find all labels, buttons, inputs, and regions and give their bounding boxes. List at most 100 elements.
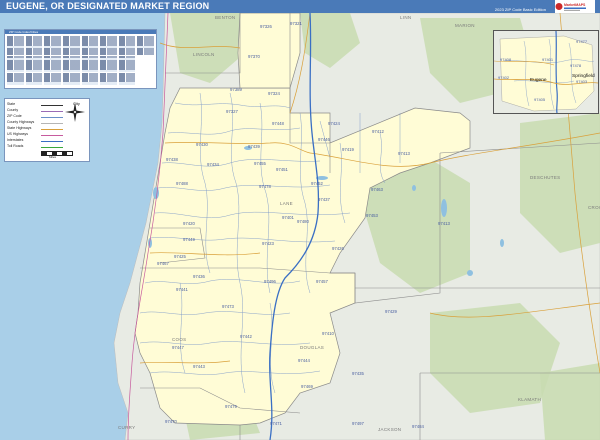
map-area[interactable]: LINCOLNLANEDOUGLASCOOSCURRYJOSEPHINEJACK…	[0, 12, 600, 440]
county-label: MARION	[455, 23, 475, 28]
zip-index-row	[25, 82, 43, 85]
zip-index-row	[7, 82, 24, 85]
county-label: CURRY	[118, 425, 135, 430]
legend-swatch	[41, 129, 63, 130]
zip-label: 97449	[183, 237, 196, 242]
zip-label: 97413	[398, 151, 411, 156]
county-label: BENTON	[215, 15, 235, 20]
zip-label: 97473	[222, 304, 235, 309]
zip-label: 97448	[272, 121, 285, 126]
inset-canvas: 97408 97477 97478 97402 97401 97403 97405 Eugen…	[494, 31, 598, 113]
zip-label: 97463	[371, 187, 384, 192]
legend-label: State	[7, 102, 16, 106]
zip-label: 97401	[282, 215, 295, 220]
zip-index-column	[62, 36, 80, 86]
inset-zip-label: 97401	[542, 57, 554, 62]
zip-label: 97321	[290, 21, 303, 26]
zip-label: 97425	[174, 254, 187, 259]
zip-index-column	[118, 36, 136, 86]
zip-label: 97441	[176, 287, 189, 292]
legend-label: County Highways	[7, 120, 35, 124]
zip-index-panel[interactable]: ZIP Code Index/Cities	[4, 29, 157, 89]
zip-index-body	[7, 36, 154, 86]
legend-swatch	[41, 117, 63, 118]
county-label: DESCHUTES	[530, 175, 560, 180]
county-label: LANE	[280, 201, 293, 206]
map-legend: State County ZIP Code County Highways State …	[4, 98, 90, 162]
publisher-logo: MarketMAPS	[555, 0, 595, 13]
zip-index-row	[62, 82, 80, 85]
inset-zip-label: 97402	[498, 75, 510, 80]
zip-label: 97419	[342, 147, 355, 152]
zip-label: 97497	[352, 421, 365, 426]
zip-label: 97442	[240, 334, 253, 339]
zip-label: 97446	[318, 137, 331, 142]
legend-swatch	[41, 111, 63, 112]
zip-label: 97424	[328, 121, 341, 126]
zip-index-column	[25, 36, 43, 86]
zip-label: 97326	[260, 24, 273, 29]
inset-zip-label: 97405	[534, 97, 546, 102]
county-label: KLAMATH	[518, 397, 541, 402]
zip-label: 97436	[193, 274, 206, 279]
inset-map-eugene[interactable]: 97408 97477 97478 97402 97401 97403 97405 Eugen…	[493, 30, 599, 114]
zip-index-row	[118, 82, 136, 85]
legend-label: State Highways	[7, 126, 32, 130]
map-title: EUGENE, OR DESIGNATED MARKET REGION	[6, 1, 210, 11]
zip-index-column	[137, 36, 154, 86]
zip-label: 97389	[230, 87, 243, 92]
county-label: JACKSON	[378, 427, 401, 432]
zip-label: 97426	[332, 246, 345, 251]
zip-label: 97423	[262, 241, 275, 246]
zip-index-row	[44, 82, 61, 85]
county-label: LINCOLN	[193, 52, 215, 57]
inset-zip-label: 97477	[576, 39, 588, 44]
zip-label: 97444	[298, 358, 311, 363]
title-bar: EUGENE, OR DESIGNATED MARKET REGION 2023…	[0, 0, 600, 13]
zip-label: 97435	[352, 371, 365, 376]
zip-label: 97470	[165, 419, 178, 424]
zip-label: 97496	[264, 279, 277, 284]
county-label: COOS	[172, 337, 186, 342]
zip-label: 97451	[276, 167, 289, 172]
zip-index-row	[81, 82, 99, 85]
zip-label: 97484	[412, 424, 425, 429]
zip-label: 97453	[366, 213, 379, 218]
legend-swatch	[41, 105, 63, 106]
legend-label: US Highways	[7, 132, 29, 136]
zip-index-header: ZIP Code Index/Cities	[5, 30, 156, 34]
zip-label: 97447	[172, 345, 185, 350]
zip-label: 97327	[226, 109, 239, 114]
legend-swatch	[41, 135, 63, 136]
zip-label: 97430	[196, 142, 209, 147]
legend-swatch	[41, 123, 63, 124]
zip-index-column	[100, 36, 117, 86]
zip-label: 97469	[301, 384, 314, 389]
zip-label: 97438	[166, 157, 179, 162]
legend-swatch	[41, 147, 63, 148]
legend-row: Toll Roads	[7, 144, 77, 150]
legend-swatch	[41, 141, 63, 142]
legend-city-label: City	[73, 101, 80, 106]
zip-label: 97455	[254, 161, 267, 166]
zip-label: 97410	[322, 331, 335, 336]
zip-label: 97471	[270, 421, 283, 426]
zip-label: 97488	[176, 181, 189, 186]
zip-label: 97439	[248, 144, 261, 149]
zip-label: 97429	[385, 309, 398, 314]
inset-zip-label: 97408	[500, 57, 512, 62]
zip-index-column	[7, 36, 24, 86]
zip-label: 97437	[318, 197, 331, 202]
inset-city-label: Eugene	[530, 77, 547, 83]
zip-label: 97478	[259, 184, 272, 189]
edition-label: 2023 ZIP Code Basic Edition	[494, 7, 546, 12]
zip-label: 97324	[268, 91, 281, 96]
legend-label: County	[7, 108, 19, 112]
zip-index-row	[137, 53, 154, 56]
zip-label: 97420	[183, 221, 196, 226]
inset-zip-label: 97478	[570, 63, 582, 68]
zip-label: 97452	[311, 181, 324, 186]
inset-city-label: Springfield	[572, 73, 595, 79]
inset-zip-label: 97403	[576, 79, 588, 84]
logo-globe-icon	[555, 3, 563, 10]
